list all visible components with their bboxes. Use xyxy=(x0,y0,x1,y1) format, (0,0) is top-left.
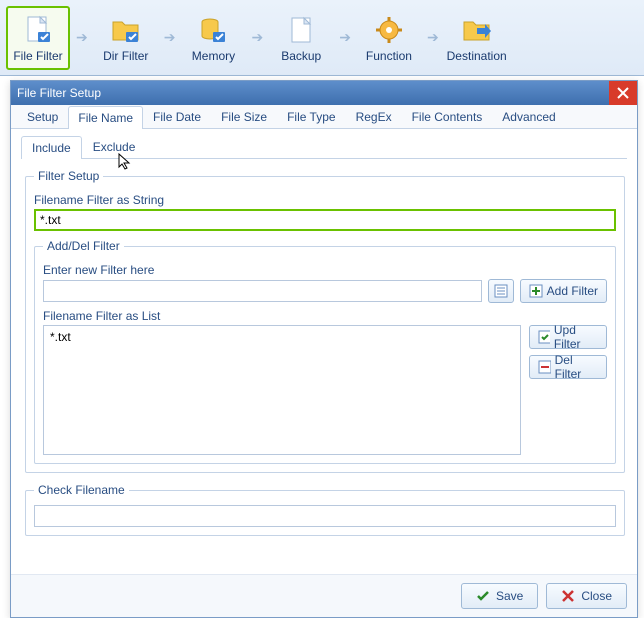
save-label: Save xyxy=(496,589,523,603)
add-del-fieldset: Add/Del Filter Enter new Filter here Add… xyxy=(34,239,616,464)
filter-string-label: Filename Filter as String xyxy=(34,193,616,207)
browse-button[interactable] xyxy=(488,279,514,303)
enter-filter-label: Enter new Filter here xyxy=(43,263,607,277)
tab-file-size[interactable]: File Size xyxy=(211,105,277,128)
close-icon xyxy=(617,87,629,99)
ribbon-label: Memory xyxy=(192,49,235,63)
tab-file-type[interactable]: File Type xyxy=(277,105,345,128)
ribbon-function[interactable]: Function xyxy=(357,6,421,70)
ribbon-memory[interactable]: Memory xyxy=(181,6,245,70)
ribbon-dir-filter[interactable]: Dir Filter xyxy=(94,6,158,70)
ribbon-toolbar: File Filter ➔ Dir Filter ➔ Memory ➔ Back… xyxy=(0,0,644,76)
filter-setup-legend: Filter Setup xyxy=(34,169,103,183)
filter-setup-fieldset: Filter Setup Filename Filter as String A… xyxy=(25,169,625,473)
chevron-right-icon: ➔ xyxy=(337,29,353,46)
chevron-right-icon: ➔ xyxy=(74,29,90,46)
new-filter-input[interactable] xyxy=(43,280,482,302)
add-del-legend: Add/Del Filter xyxy=(43,239,124,253)
tab-file-name[interactable]: File Name xyxy=(68,106,143,129)
save-button[interactable]: Save xyxy=(461,583,538,609)
update-icon xyxy=(538,330,550,344)
ribbon-backup[interactable]: Backup xyxy=(269,6,333,70)
dialog-title: File Filter Setup xyxy=(17,86,631,100)
chevron-right-icon: ➔ xyxy=(249,29,265,46)
filter-string-input[interactable] xyxy=(34,209,616,231)
add-filter-label: Add Filter xyxy=(547,284,598,298)
file-filter-icon xyxy=(21,13,55,47)
add-filter-button[interactable]: Add Filter xyxy=(520,279,607,303)
include-exclude-tabs: Include Exclude xyxy=(21,135,627,159)
filter-list-label: Filename Filter as List xyxy=(43,309,607,323)
ribbon-label: Function xyxy=(366,49,412,63)
folder-filter-icon xyxy=(109,13,143,47)
chevron-right-icon: ➔ xyxy=(425,29,441,46)
close-button[interactable]: Close xyxy=(546,583,627,609)
tab-file-date[interactable]: File Date xyxy=(143,105,211,128)
upd-filter-label: Upd Filter xyxy=(554,323,598,351)
ribbon-label: Backup xyxy=(281,49,321,63)
database-icon xyxy=(196,13,230,47)
x-icon xyxy=(561,589,575,603)
close-label: Close xyxy=(581,589,612,603)
tab-regex[interactable]: RegEx xyxy=(346,105,402,128)
list-item[interactable]: *.txt xyxy=(50,330,514,344)
check-filename-fieldset: Check Filename xyxy=(25,483,625,536)
ribbon-destination[interactable]: Destination xyxy=(445,6,509,70)
tab-exclude[interactable]: Exclude xyxy=(82,135,147,158)
tab-advanced[interactable]: Advanced xyxy=(492,105,565,128)
gear-icon xyxy=(372,13,406,47)
check-icon xyxy=(476,589,490,603)
document-icon xyxy=(284,13,318,47)
titlebar: File Filter Setup xyxy=(11,81,637,105)
folder-arrow-icon xyxy=(460,13,494,47)
ribbon-label: File Filter xyxy=(13,49,62,63)
check-filename-input[interactable] xyxy=(34,505,616,527)
filter-listbox[interactable]: *.txt xyxy=(43,325,521,455)
add-icon xyxy=(529,284,543,298)
tab-setup[interactable]: Setup xyxy=(17,105,68,128)
ribbon-label: Dir Filter xyxy=(103,49,148,63)
delete-icon xyxy=(538,360,551,374)
tab-file-contents[interactable]: File Contents xyxy=(402,105,493,128)
check-filename-legend: Check Filename xyxy=(34,483,129,497)
ribbon-label: Destination xyxy=(447,49,507,63)
main-tabs: Setup File Name File Date File Size File… xyxy=(11,105,637,129)
tab-include[interactable]: Include xyxy=(21,136,82,159)
ribbon-file-filter[interactable]: File Filter xyxy=(6,6,70,70)
chevron-right-icon: ➔ xyxy=(162,29,178,46)
file-filter-setup-dialog: File Filter Setup Setup File Name File D… xyxy=(10,80,638,618)
del-filter-label: Del Filter xyxy=(555,353,598,381)
close-button[interactable] xyxy=(609,81,637,105)
del-filter-button[interactable]: Del Filter xyxy=(529,355,607,379)
upd-filter-button[interactable]: Upd Filter xyxy=(529,325,607,349)
list-icon xyxy=(494,284,508,298)
